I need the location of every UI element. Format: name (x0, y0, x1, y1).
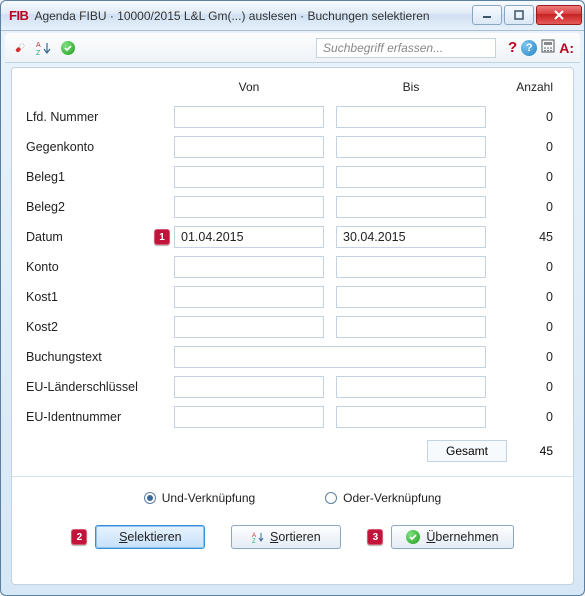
svg-text:Z: Z (252, 539, 256, 543)
field-4-bis[interactable] (336, 226, 486, 248)
field-9-von[interactable] (174, 376, 324, 398)
callout-3: 3 (367, 529, 383, 545)
sort-icon: AZ (252, 531, 264, 543)
row-label: Buchungstext (26, 350, 154, 364)
field-7-von[interactable] (174, 316, 324, 338)
header-anzahl: Anzahl (486, 80, 559, 98)
search-placeholder: Suchbegriff erfassen... (323, 41, 443, 55)
app-icon: FIB (9, 8, 28, 23)
row-count: 0 (486, 410, 559, 424)
field-6-bis[interactable] (336, 286, 486, 308)
check-icon (406, 530, 420, 544)
titlebar: FIB Agenda FIBU · 10000/2015 L&L Gm(...)… (1, 1, 584, 31)
selektieren-button[interactable]: Selektieren (95, 525, 205, 549)
total-label: Gesamt (427, 440, 507, 462)
row-count: 0 (486, 170, 559, 184)
field-0-bis[interactable] (336, 106, 486, 128)
field-8-text[interactable] (174, 346, 486, 368)
row-count: 0 (486, 260, 559, 274)
row-label: Beleg1 (26, 170, 154, 184)
svg-text:Z: Z (36, 50, 41, 56)
field-4-von[interactable] (174, 226, 324, 248)
field-5-bis[interactable] (336, 256, 486, 278)
uebernehmen-button[interactable]: Übernehmen (391, 525, 513, 549)
field-7-bis[interactable] (336, 316, 486, 338)
calculator-icon[interactable] (541, 39, 555, 56)
row-count: 0 (486, 140, 559, 154)
field-5-von[interactable] (174, 256, 324, 278)
field-2-von[interactable] (174, 166, 324, 188)
radio-und[interactable]: Und-Verknüpfung (144, 491, 255, 505)
info-icon[interactable]: ? (521, 40, 537, 56)
row-label: EU-Länderschlüssel (26, 380, 154, 394)
radio-und-label: Und-Verknüpfung (162, 491, 255, 505)
radio-oder-label: Oder-Verknüpfung (343, 491, 441, 505)
row-label: Beleg2 (26, 200, 154, 214)
help-icon[interactable]: ? (508, 39, 517, 56)
total-value: 45 (507, 444, 559, 458)
row-count: 0 (486, 200, 559, 214)
field-6-von[interactable] (174, 286, 324, 308)
header-von: Von (174, 80, 324, 98)
svg-text:A: A (36, 42, 41, 49)
callout-2: 2 (71, 529, 87, 545)
button-row: 2 Selektieren AZ Sortieren 3 Übernehmen (26, 511, 559, 549)
row-label: EU-Identnummer (26, 410, 154, 424)
maximize-button[interactable] (504, 5, 534, 25)
row-count: 0 (486, 320, 559, 334)
row-count: 0 (486, 350, 559, 364)
radio-dot-icon (325, 492, 337, 504)
row-count: 45 (486, 230, 559, 244)
window-title: Agenda FIBU · 10000/2015 L&L Gm(...) aus… (34, 9, 470, 23)
close-button[interactable] (536, 5, 582, 25)
field-0-von[interactable] (174, 106, 324, 128)
confirm-icon[interactable] (59, 39, 77, 57)
row-label: Datum (26, 230, 154, 244)
window-controls (470, 5, 582, 27)
filter-grid: Von Bis Anzahl Lfd. Nummer 0 Gegenkonto 0 Be… (26, 80, 559, 462)
sort-az-icon[interactable]: AZ (35, 39, 53, 57)
row-count: 0 (486, 290, 559, 304)
link-mode-group: Und-Verknüpfung Oder-Verknüpfung (26, 477, 559, 511)
field-1-von[interactable] (174, 136, 324, 158)
callout-1: 1 (154, 229, 170, 245)
field-3-von[interactable] (174, 196, 324, 218)
window-frame: FIB Agenda FIBU · 10000/2015 L&L Gm(...)… (0, 0, 585, 596)
radio-oder[interactable]: Oder-Verknüpfung (325, 491, 441, 505)
header-bis: Bis (336, 80, 486, 98)
row-label: Kost2 (26, 320, 154, 334)
row-count: 0 (486, 110, 559, 124)
sortieren-button[interactable]: AZ Sortieren (231, 525, 341, 549)
row-count: 0 (486, 380, 559, 394)
search-input[interactable]: Suchbegriff erfassen... (316, 38, 496, 58)
total-row: Gesamt45 (26, 440, 559, 462)
row-label: Kost1 (26, 290, 154, 304)
toolbar: AZ Suchbegriff erfassen... ? ? A: (5, 33, 580, 63)
pill-icon[interactable] (11, 39, 29, 57)
row-label: Gegenkonto (26, 140, 154, 154)
field-9-bis[interactable] (336, 376, 486, 398)
row-label: Lfd. Nummer (26, 110, 154, 124)
red-a-icon[interactable]: A: (559, 40, 574, 56)
field-2-bis[interactable] (336, 166, 486, 188)
content-panel: Von Bis Anzahl Lfd. Nummer 0 Gegenkonto 0 Be… (11, 67, 574, 585)
field-10-von[interactable] (174, 406, 324, 428)
field-1-bis[interactable] (336, 136, 486, 158)
field-10-bis[interactable] (336, 406, 486, 428)
radio-dot-icon (144, 492, 156, 504)
row-label: Konto (26, 260, 154, 274)
minimize-button[interactable] (472, 5, 502, 25)
field-3-bis[interactable] (336, 196, 486, 218)
